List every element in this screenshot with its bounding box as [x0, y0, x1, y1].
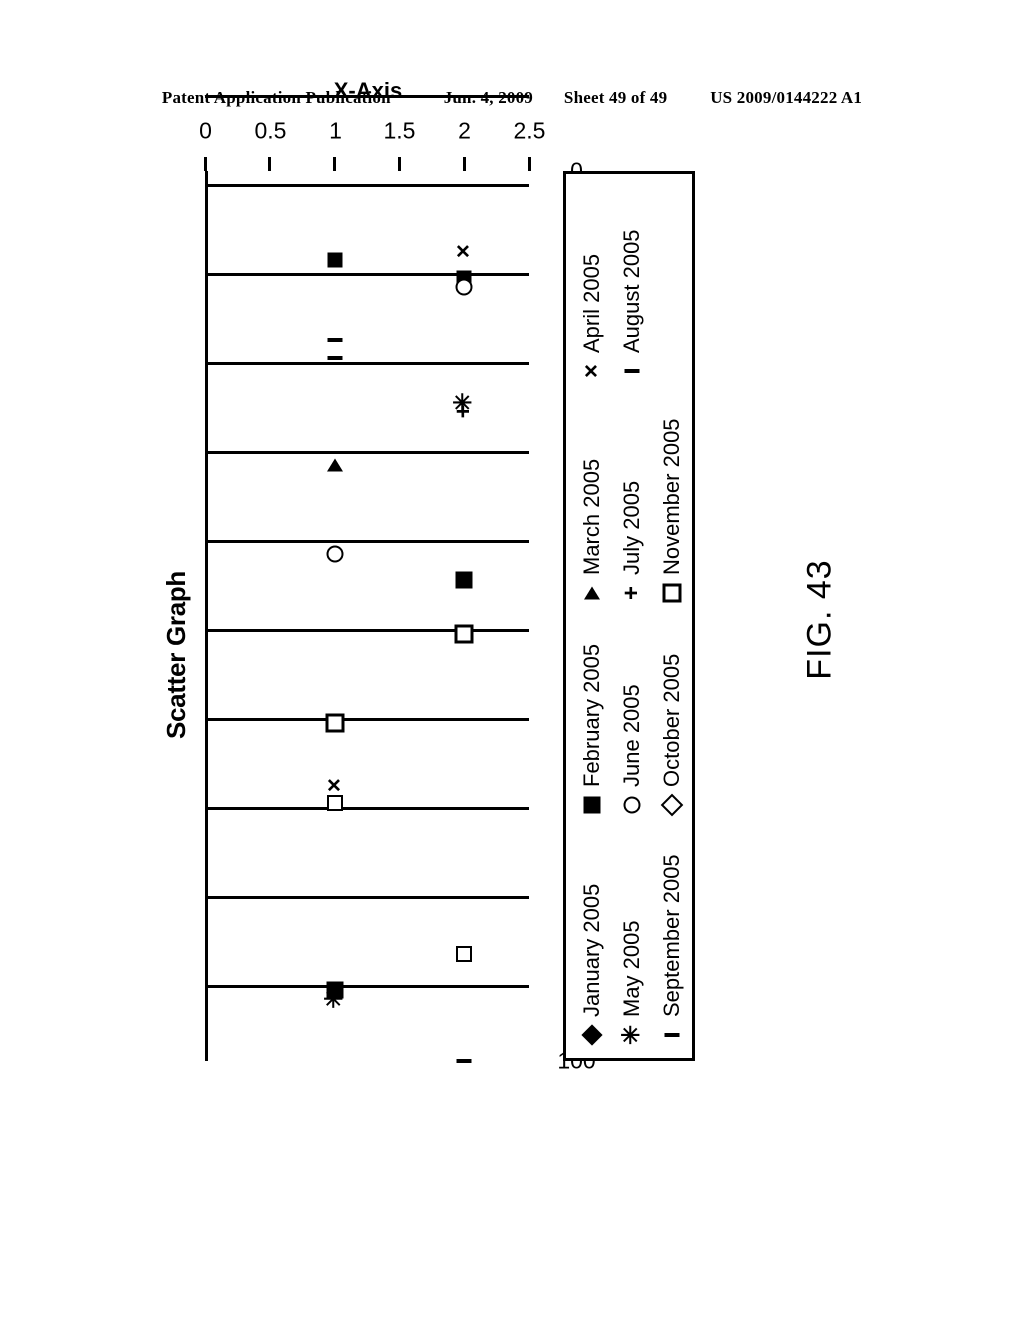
- legend-marker-icon: ✳: [618, 1024, 645, 1046]
- legend-marker-icon: [581, 1024, 603, 1046]
- x-axis-tick-label: 2: [458, 117, 472, 144]
- gridline: [205, 451, 529, 455]
- legend-item: January 2005: [579, 816, 605, 1046]
- legend-label: January 2005: [579, 883, 604, 1017]
- legend-label: October 2005: [659, 653, 684, 787]
- x-axis-tick-label: 2.5: [513, 117, 546, 144]
- legend-item: October 2005: [659, 604, 685, 817]
- legend-label: March 2005: [579, 458, 604, 575]
- legend-item: June 2005: [619, 604, 645, 816]
- legend-label: June 2005: [619, 684, 644, 787]
- legend-marker-icon: +: [618, 585, 645, 601]
- scatter-chart: Scatter Graph 010203040506070809010000.5…: [155, 78, 695, 1135]
- legend-item: March 2005: [579, 382, 605, 604]
- x-axis-tick: [268, 157, 272, 171]
- header-patent-number: US 2009/0144222 A1: [710, 88, 863, 107]
- chart-legend: January 2005 February 2005 March 2005 × Apri…: [563, 171, 695, 1061]
- legend-marker-icon: [661, 582, 683, 604]
- gridline: [205, 718, 529, 722]
- legend-label: February 2005: [579, 643, 604, 787]
- legend-item: August 2005: [619, 182, 645, 382]
- legend-label: May 2005: [619, 920, 644, 1017]
- legend-marker-icon: [661, 1024, 683, 1046]
- legend-label: August 2005: [619, 229, 644, 353]
- x-axis-tick: [527, 157, 531, 171]
- legend-marker-icon: [581, 582, 603, 604]
- legend-label: September 2005: [659, 854, 684, 1017]
- legend-item: × April 2005: [578, 182, 605, 382]
- legend-item: February 2005: [579, 604, 605, 816]
- x-axis-title: X-Axis: [333, 77, 403, 103]
- gridline: [205, 896, 529, 900]
- gridline: [205, 362, 529, 366]
- x-axis-tick-label: 0: [199, 117, 212, 144]
- gridline: [205, 985, 529, 989]
- x-axis-tick: [203, 157, 207, 171]
- legend-items: January 2005 February 2005 March 2005 × Apri…: [572, 180, 692, 1046]
- x-axis-tick: [462, 157, 466, 171]
- x-axis-tick: [333, 157, 337, 171]
- legend-label: November 2005: [659, 418, 684, 575]
- header-sheet: Sheet 49 of 49: [563, 88, 668, 107]
- legend-item: September 2005: [659, 816, 685, 1046]
- legend-item: + July 2005: [618, 382, 645, 604]
- gridline: [205, 629, 529, 633]
- axis-top-line: [205, 171, 208, 1061]
- legend-item: ✳ May 2005: [618, 816, 645, 1046]
- x-axis-tick: [397, 157, 401, 171]
- legend-marker-icon: ×: [578, 363, 605, 379]
- plot-area: [205, 95, 582, 1061]
- x-axis-tick-label: 0.5: [254, 117, 287, 144]
- gridline: [205, 184, 529, 188]
- legend-marker-icon: [660, 793, 684, 817]
- gridline: [205, 807, 529, 811]
- x-axis-tick-label: 1: [328, 117, 342, 144]
- legend-label: July 2005: [619, 480, 644, 575]
- gridline: [205, 273, 529, 277]
- chart-title: Scatter Graph: [161, 570, 191, 740]
- legend-marker-icon: [621, 794, 643, 816]
- legend-marker-icon: [581, 794, 603, 816]
- figure-caption: FIG. 43: [800, 559, 839, 680]
- gridline: [205, 540, 529, 544]
- legend-item: November 2005: [659, 382, 685, 604]
- legend-marker-icon: [621, 360, 643, 382]
- legend-label: April 2005: [579, 253, 604, 353]
- x-axis-tick-label: 1.5: [383, 117, 416, 144]
